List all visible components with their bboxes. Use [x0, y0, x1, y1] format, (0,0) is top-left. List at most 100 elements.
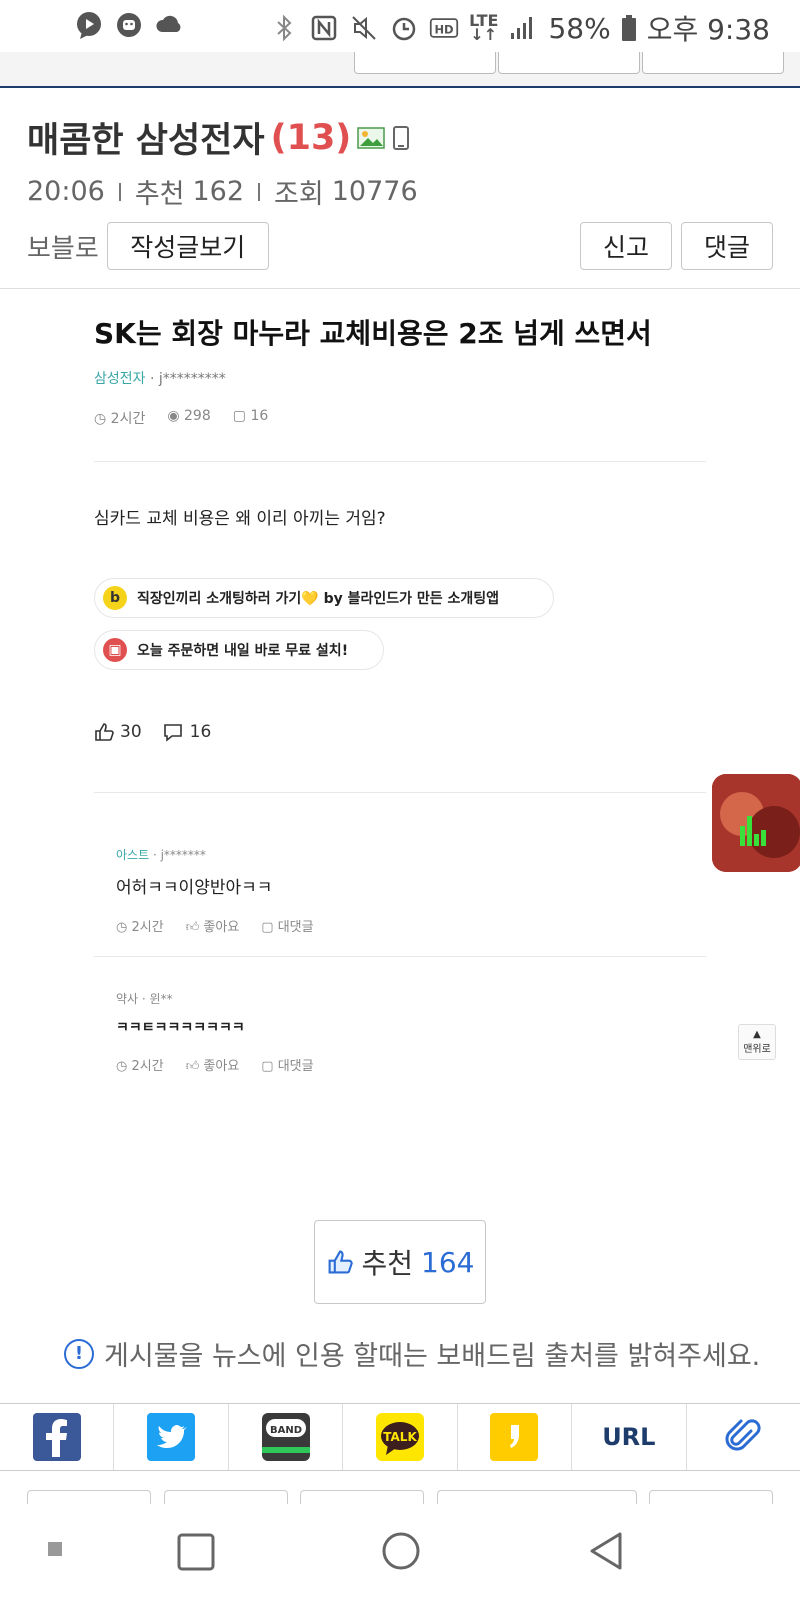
bottom-button-5[interactable]: [649, 1490, 773, 1504]
divider: [94, 956, 706, 957]
citation-notice: ! 게시물을 뉴스에 인용 할때는 보배드림 출처를 밝혀주세요.: [64, 1334, 760, 1373]
like-reaction[interactable]: 30: [94, 722, 142, 742]
comment-time: ◷ 2시간: [116, 1059, 164, 1074]
alarm-icon: [392, 17, 416, 41]
clock-icon: ◷: [94, 411, 107, 427]
comment-item: 약사 · 윈** ㅋㅋㅌㅋㅋㅋㅋㅋㅋㅋ ◷ 2시간 👍︎ 좋아요 ▢ 대댓글: [116, 990, 314, 1074]
bottom-button-2[interactable]: [164, 1490, 288, 1504]
shopping-bag-icon: ▣: [103, 638, 127, 662]
divider: [94, 461, 706, 462]
comment-button[interactable]: 댓글: [681, 222, 773, 270]
article-views: ◉ 298: [167, 408, 211, 424]
floating-game-thumbnail[interactable]: [712, 774, 800, 872]
battery-percent: 58%: [548, 11, 611, 45]
recommend-count: 162: [192, 176, 245, 207]
thumbs-up-icon: [95, 723, 114, 741]
nav-tab-2[interactable]: [498, 52, 640, 74]
article-comments: ▢ 16: [232, 408, 269, 424]
report-button[interactable]: 신고: [580, 222, 672, 270]
view-posts-button[interactable]: 작성글보기: [106, 222, 269, 270]
info-icon: !: [64, 1338, 94, 1369]
facebook-icon: [32, 1413, 81, 1461]
signal-icon: [511, 17, 533, 39]
svg-text:HD: HD: [435, 22, 454, 36]
share-facebook-button[interactable]: [0, 1404, 115, 1470]
article-body: 심카드 교체 비용은 왜 이리 아끼는 거임?: [94, 509, 386, 529]
speech-bubble-icon: ▢: [232, 408, 246, 424]
recommend-button[interactable]: 추천 164: [314, 1220, 486, 1304]
mobile-icon: [393, 125, 410, 150]
ad-pill-dating[interactable]: b 직장인끼리 소개팅하러 가기💛 by 블라인드가 만든 소개팅앱: [94, 578, 554, 618]
post-title: 매콤한 삼성전자: [27, 121, 265, 161]
status-bar: HD LTE ↓↑ 58% 오후 9:38: [0, 0, 800, 52]
post-time: 20:06: [27, 176, 105, 207]
comment-author: 아스트 · j*******: [116, 848, 206, 862]
share-twitter-button[interactable]: [114, 1404, 229, 1470]
ad-pill-text: 오늘 주문하면 내일 바로 무료 설치!: [137, 643, 349, 659]
notice-text: 게시물을 뉴스에 인용 할때는 보배드림 출처를 밝혀주세요.: [104, 1341, 761, 1372]
author-row: 보블로 작성글보기: [27, 222, 269, 270]
meta-separator: [118, 182, 121, 201]
share-band-button[interactable]: BAND: [229, 1404, 344, 1470]
recommend-label: 추천: [361, 1247, 414, 1280]
comment-reaction[interactable]: 16: [162, 722, 211, 742]
scroll-to-top-label: 맨위로: [743, 1044, 771, 1055]
comment-item: 아스트 · j******* 어허ㅋㅋ이양반아ㅋㅋ ◷ 2시간 👍︎ 좋아요 ▢…: [116, 846, 314, 935]
article-stats: ◷ 2시간 ◉ 298 ▢ 16: [94, 408, 268, 428]
clock: 오후 9:38: [646, 13, 770, 46]
comment-text: 어허ㅋㅋ이양반아ㅋㅋ: [116, 878, 273, 898]
back-button-icon[interactable]: [586, 1530, 626, 1572]
meta-separator: [258, 182, 261, 201]
views-count: 10776: [331, 176, 418, 207]
top-nav-bar: [0, 52, 800, 88]
ad-pill-delivery[interactable]: ▣ 오늘 주문하면 내일 바로 무료 설치!: [94, 630, 384, 670]
home-button-icon[interactable]: [380, 1530, 422, 1572]
hd-icon: HD: [429, 18, 459, 38]
article-company[interactable]: 삼성전자: [94, 371, 146, 387]
cloud-icon: [156, 15, 181, 32]
share-kakaotalk-button[interactable]: TALK: [343, 1404, 458, 1470]
comment-like-button[interactable]: 👍︎ 좋아요: [186, 1055, 240, 1074]
band-icon: BAND: [261, 1413, 310, 1461]
share-kakaostory-button[interactable]: [458, 1404, 573, 1470]
blind-b-icon: b: [103, 586, 127, 610]
image-attached-icon: [357, 126, 386, 149]
author-separator: ·: [145, 371, 159, 387]
twitter-icon: [147, 1413, 196, 1461]
recommend-label: 추천: [134, 179, 185, 210]
bottom-button-3[interactable]: [300, 1490, 424, 1504]
lte-icon: LTE ↓↑: [469, 11, 499, 44]
nav-tab-1[interactable]: [354, 52, 496, 74]
comment-reply-button[interactable]: ▢ 대댓글: [261, 1055, 313, 1074]
eye-icon: ◉: [167, 408, 180, 424]
messenger-icon: [77, 12, 101, 39]
overview-button-icon[interactable]: [176, 1532, 216, 1572]
comment-reply-button[interactable]: ▢ 대댓글: [261, 916, 313, 935]
recents-small-icon[interactable]: [48, 1542, 62, 1556]
comment-count: (13): [270, 117, 352, 158]
thumbs-up-icon: [328, 1250, 353, 1274]
scroll-to-top-button[interactable]: ▲ 맨위로: [738, 1024, 776, 1060]
comment-author: 약사 · 윈**: [116, 992, 173, 1006]
article-title: SK는 회장 마누라 교체비용은 2조 넘게 쓰면서: [94, 317, 652, 350]
kakaotalk-icon: TALK: [375, 1413, 424, 1461]
url-label: URL: [602, 1423, 656, 1451]
bottom-button-4[interactable]: [437, 1490, 637, 1504]
article-reactions: 30 16: [94, 722, 211, 742]
bottom-button-row: [0, 1490, 800, 1504]
comment-text: ㅋㅋㅌㅋㅋㅋㅋㅋㅋㅋ: [116, 1020, 245, 1036]
bottom-button-1[interactable]: [27, 1490, 151, 1504]
bluetooth-icon: [277, 14, 292, 42]
author-name[interactable]: 보블로: [27, 228, 99, 265]
article-author: 삼성전자 · j*********: [94, 368, 226, 388]
speech-bubble-icon: [163, 724, 182, 742]
svg-text:BAND: BAND: [270, 1425, 302, 1436]
comment-like-button[interactable]: 👍︎ 좋아요: [186, 916, 240, 935]
share-url-button[interactable]: URL: [572, 1404, 687, 1470]
nav-tab-3[interactable]: [642, 52, 784, 74]
nfc-icon: [311, 15, 337, 41]
battery-icon: [621, 15, 636, 41]
paperclip-icon: [725, 1419, 761, 1451]
android-nav-bar: [0, 1504, 800, 1600]
share-attach-button[interactable]: [687, 1404, 800, 1470]
